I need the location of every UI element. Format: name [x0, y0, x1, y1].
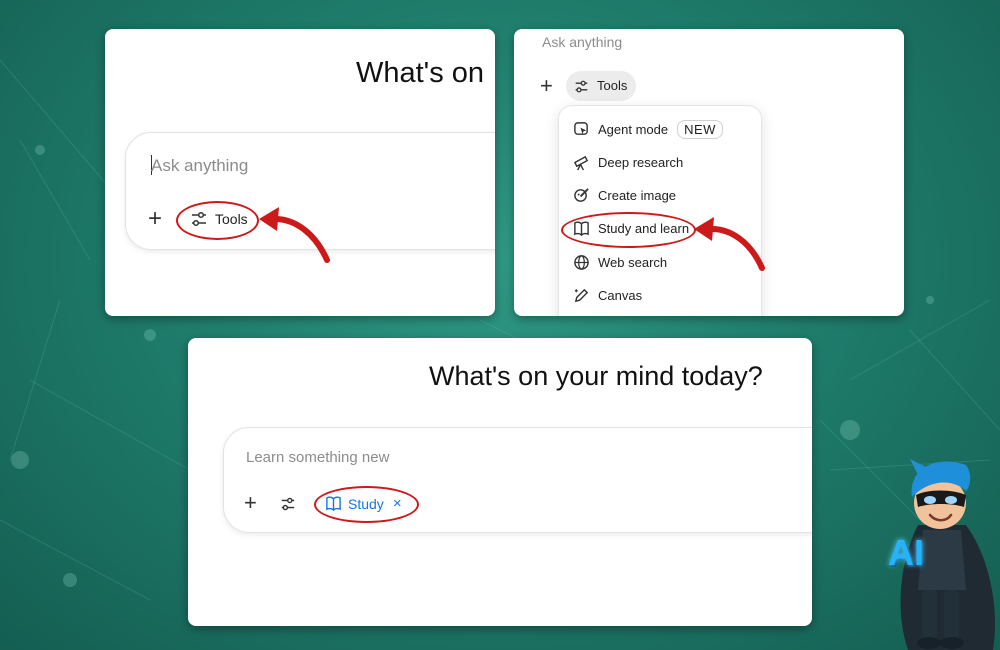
chat-composer[interactable]: Learn something new + Study × [223, 427, 812, 533]
prompt-input[interactable]: Ask anything [151, 156, 248, 176]
prompt-input[interactable]: Learn something new [246, 449, 389, 466]
menu-item-label: Web search [598, 254, 668, 270]
tools-menu: Agent mode NEW Deep research Create imag… [558, 105, 762, 316]
add-attachment-button[interactable]: + [148, 207, 162, 231]
menu-item-deep-research[interactable]: Deep research [573, 151, 683, 173]
telescope-icon [573, 155, 589, 170]
menu-item-label: Agent mode [598, 121, 669, 137]
tools-button[interactable]: Tools [566, 71, 636, 101]
add-attachment-button[interactable]: + [540, 74, 553, 98]
menu-item-agent-mode[interactable]: Agent mode NEW [573, 118, 723, 140]
image-brush-icon [574, 187, 589, 202]
prompt-input[interactable]: Ask anything [542, 34, 622, 50]
menu-item-create-image[interactable]: Create image [573, 184, 676, 206]
menu-item-label: Canvas [598, 287, 643, 303]
highlight-ring [314, 486, 419, 523]
tools-button-label: Tools [597, 78, 628, 93]
menu-item-label: Create image [598, 187, 677, 203]
menu-item-web-search[interactable]: Web search [573, 251, 667, 273]
tools-sliders-icon [575, 80, 588, 93]
new-badge: NEW [677, 119, 723, 139]
panel-study-mode-active: What's on your mind today? Learn somethi… [188, 338, 812, 626]
page-title: What's on your mind today? [429, 361, 763, 391]
pen-icon [574, 288, 589, 302]
highlight-ring [561, 212, 696, 248]
red-arrow-pointer [694, 217, 765, 271]
red-arrow-pointer [259, 207, 330, 263]
panel-tools-button: What's on Ask anything + Tools [105, 29, 495, 316]
globe-icon [574, 254, 589, 270]
menu-item-label: Deep research [598, 154, 684, 170]
menu-item-canvas[interactable]: Canvas [573, 284, 642, 306]
page-title: What's on [356, 57, 485, 89]
tools-sliders-icon[interactable] [280, 496, 296, 512]
agent-icon [574, 121, 588, 135]
ai-badge-text: AI [888, 532, 924, 573]
add-attachment-button[interactable]: + [244, 491, 257, 515]
highlight-ring [176, 201, 259, 240]
